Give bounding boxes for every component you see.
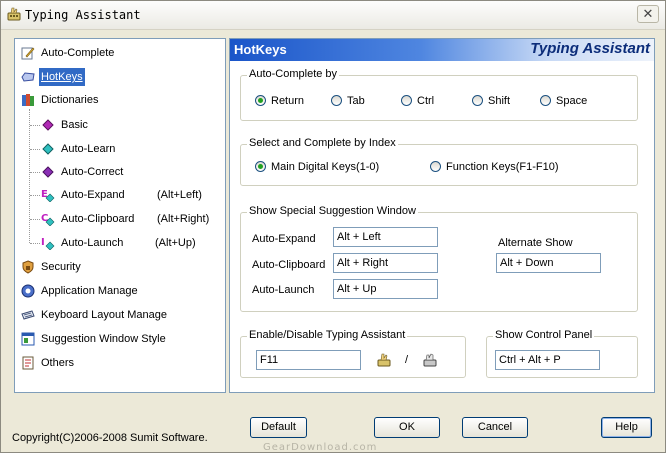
tree-item-label: Security [41,261,81,273]
shield-lock-icon [22,260,34,274]
main-window: Typing Assistant ✕ Auto-Complete HotKeys… [0,0,666,453]
tree-item-label: HotKeys [39,68,85,86]
books-icon [22,94,34,106]
expand-e-icon: E [41,189,55,202]
auto-expand-label: Auto-Expand [252,233,316,245]
gear-app-icon [21,284,35,298]
cancel-button[interactable]: Cancel [462,417,528,438]
tree-connector [30,243,40,244]
enable-disable-separator: / [405,354,409,366]
radio-circle [430,161,441,172]
tree-item-label: Suggestion Window Style [41,333,166,345]
group-title: Show Special Suggestion Window [247,205,418,217]
alternate-show-hotkey-field[interactable]: Alt + Down [496,253,601,273]
tree-item-label: Dictionaries [41,94,99,106]
radio-circle [401,95,412,106]
radio-label: Main Digital Keys(1-0) [271,161,380,173]
keyboard-hand-icon [7,7,21,21]
tree-connector [30,149,40,150]
tree-connector [30,125,40,126]
radio-circle [255,161,266,172]
tree-item-label: Application Manage [41,285,138,297]
radio-circle [255,95,266,106]
tree-connector [30,195,40,196]
tree-item-label: Auto-Clipboard [61,213,135,225]
default-button[interactable]: Default [250,417,307,438]
tree-item-label: Others [41,357,75,369]
radio-label: Ctrl [417,95,435,107]
svg-text:I: I [41,237,45,248]
auto-clipboard-label: Auto-Clipboard [252,259,326,271]
radio-circle [331,95,342,106]
settings-tree[interactable]: Auto-Complete HotKeys Dictionaries Basic… [14,38,226,393]
panel-title: HotKeys [234,42,287,57]
tree-item-auto-launch[interactable]: I Auto-Launch (Alt+Up) [41,234,221,252]
stop-hand-icon[interactable] [423,353,437,367]
radio-label: Tab [347,95,365,107]
document-list-icon [22,356,34,370]
tree-item-label: Auto-Complete [41,47,115,59]
hotkey-icon [21,72,35,82]
hand-keyboard-icon[interactable] [377,353,391,367]
radio-label: Return [271,95,305,107]
hotkeys-panel: HotKeys Typing Assistant Auto-Complete b… [229,38,655,393]
group-title: Select and Complete by Index [247,137,398,149]
select-index-group: Select and Complete by Index Main Digita… [240,137,638,186]
tree-item-label: Auto-Correct [61,166,124,178]
control-panel-hotkey-field[interactable]: Ctrl + Alt + P [495,350,600,370]
tree-item-label: Auto-Learn [61,143,116,155]
copyright-text: Copyright(C)2006-2008 Sumit Software. [12,432,208,444]
watermark-text: GearDownload.com [263,442,378,453]
tree-connector [30,219,40,220]
radio-label: Shift [488,95,511,107]
help-button[interactable]: Help [601,417,652,438]
alternate-show-label: Alternate Show [498,237,573,249]
tree-item-label: Auto-Launch [61,237,124,249]
autocomplete-by-group: Auto-Complete by Return Tab Ctrl Shift S… [240,68,638,121]
tree-connector [30,172,40,173]
tree-item-label: Auto-Expand [61,189,125,201]
enable-disable-group: Enable/Disable Typing Assistant F11 / [240,329,466,378]
group-title: Auto-Complete by [247,68,340,80]
tree-item-hotkey: (Alt+Left) [157,189,202,201]
tree-item-hotkey: (Alt+Up) [155,237,196,249]
special-window-group: Show Special Suggestion Window Auto-Expa… [240,205,638,312]
enable-disable-hotkey-field[interactable]: F11 [256,350,361,370]
tree-connector [29,109,30,243]
tree-item-label: Keyboard Layout Manage [41,309,167,321]
launch-l-icon: I [41,237,55,250]
radio-circle [540,95,551,106]
ok-button[interactable]: OK [374,417,440,438]
pencil-note-icon [21,47,35,60]
auto-clipboard-hotkey-field[interactable]: Alt + Right [333,253,438,273]
radio-label: Function Keys(F1-F10) [446,161,559,173]
tree-item-hotkey: (Alt+Right) [157,213,210,225]
purple-diamond-icon [42,119,54,131]
group-title: Show Control Panel [493,329,595,341]
auto-launch-label: Auto-Launch [252,284,315,296]
panel-header: HotKeys Typing Assistant [230,39,654,61]
close-button[interactable]: ✕ [637,5,659,23]
auto-expand-hotkey-field[interactable]: Alt + Left [333,227,438,247]
teal-diamond-icon [42,143,54,155]
control-panel-group: Show Control Panel Ctrl + Alt + P [486,329,638,378]
purple-diamond-icon [42,166,54,178]
auto-launch-hotkey-field[interactable]: Alt + Up [333,279,438,299]
title-bar: Typing Assistant ✕ [1,1,665,30]
clipboard-c-icon: C [41,213,55,226]
window-style-icon [21,332,35,346]
close-icon: ✕ [642,7,654,22]
radio-circle [472,95,483,106]
tree-item-label: Basic [61,119,88,131]
window-title: Typing Assistant [25,8,141,22]
group-title: Enable/Disable Typing Assistant [247,329,408,341]
radio-label: Space [556,95,588,107]
panel-app-name: Typing Assistant [530,40,650,57]
tree-item-auto-clipboard[interactable]: C Auto-Clipboard (Alt+Right) [41,210,221,228]
tree-item-auto-expand[interactable]: E Auto-Expand (Alt+Left) [41,186,221,204]
keyboard-icon [21,310,35,320]
